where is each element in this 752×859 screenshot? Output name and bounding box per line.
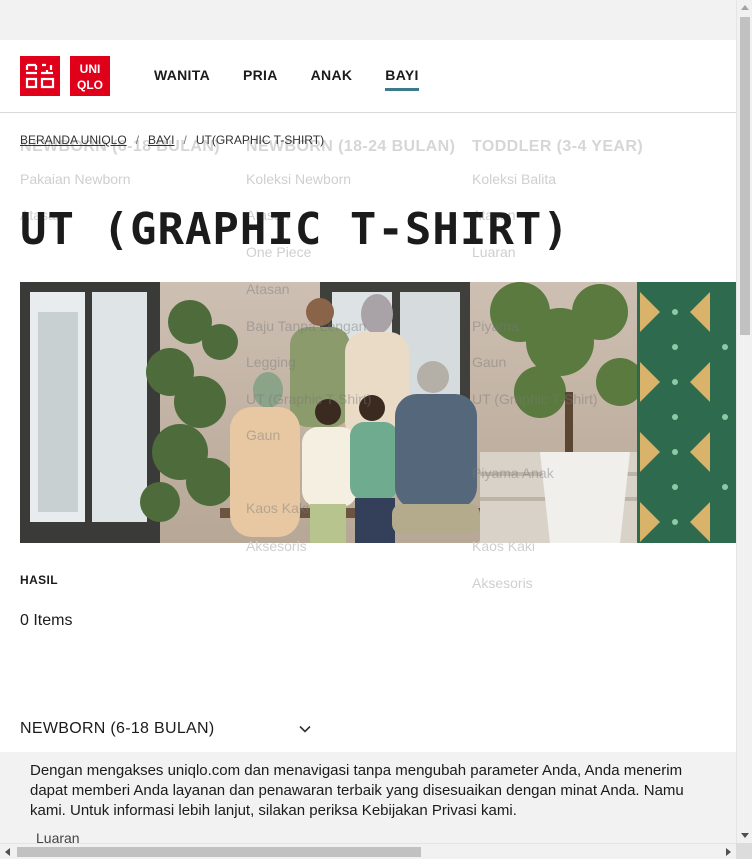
horizontal-scroll-thumb[interactable] — [17, 847, 421, 857]
menu-heading-toddler[interactable]: TODDLER (3-4 YEAR) — [472, 138, 643, 156]
breadcrumb-bayi-link[interactable]: BAYI — [148, 133, 174, 147]
menu-item[interactable]: Gaun — [472, 354, 506, 370]
nav-item-wanita[interactable]: WANITA — [154, 67, 210, 91]
nav-item-bayi[interactable]: BAYI — [385, 67, 419, 91]
breadcrumb-separator: / — [183, 133, 187, 147]
logo-latin-icon: UNI QLO — [77, 62, 103, 92]
logo-katakana-icon — [25, 63, 55, 89]
cookie-line: dapat memberi Anda layanan dan penawaran… — [30, 782, 684, 799]
menu-item[interactable]: Aksesoris — [472, 575, 533, 591]
menu-item[interactable]: Atasan — [246, 281, 290, 297]
hero-banner-image — [20, 282, 736, 543]
page-viewport: UNI QLO WANITA PRIA ANAK BAYI NEWBORN (6… — [0, 0, 752, 859]
cookie-line: kami. Untuk informasi lebih lanjut, sila… — [30, 802, 517, 819]
menu-item[interactable]: Gaun — [246, 427, 280, 443]
menu-item[interactable]: Kaos Kaki — [472, 538, 535, 554]
obscured-menu-item: Luaran — [36, 830, 80, 843]
svg-text:QLO: QLO — [77, 78, 103, 92]
scroll-right-arrow-icon[interactable] — [726, 848, 731, 856]
filter-accordion-label: NEWBORN (6-18 BULAN) — [20, 720, 215, 737]
svg-text:UNI: UNI — [80, 62, 101, 76]
menu-item[interactable]: Koleksi Balita — [472, 171, 556, 187]
menu-item[interactable]: Piyama Anak — [472, 465, 554, 481]
menu-item[interactable]: Piyama — [472, 318, 519, 334]
breadcrumb: BERANDA UNIQLO / BAYI / UT(GRAPHIC T-SHI… — [20, 133, 324, 147]
breadcrumb-current: UT(GRAPHIC T-SHIRT) — [195, 133, 325, 147]
results-count: 0 Items — [20, 612, 73, 629]
nav-item-anak[interactable]: ANAK — [311, 67, 353, 91]
cookie-line: Dengan mengakses uniqlo.com dan menaviga… — [30, 762, 683, 779]
nav-item-pria[interactable]: PRIA — [243, 67, 278, 91]
menu-item[interactable]: UT (Graphic T-Shirt) — [246, 391, 372, 407]
breadcrumb-separator: / — [135, 133, 140, 147]
menu-item[interactable]: Koleksi Newborn — [246, 171, 351, 187]
menu-item[interactable]: Legging — [246, 354, 296, 370]
chevron-down-icon — [299, 725, 311, 733]
cookie-consent-banner: Dengan mengakses uniqlo.com dan menaviga… — [0, 752, 736, 843]
filter-accordion-newborn[interactable]: NEWBORN (6-18 BULAN) — [20, 720, 312, 738]
menu-item[interactable]: Aksesoris — [246, 538, 307, 554]
scroll-up-arrow-icon[interactable] — [741, 5, 749, 10]
menu-item[interactable]: UT (Graphic T-Shirt) — [472, 391, 598, 407]
top-strip — [0, 0, 736, 40]
menu-item[interactable]: Baju Tanpa Lengan — [246, 318, 366, 334]
vertical-scroll-thumb[interactable] — [740, 17, 750, 335]
scroll-down-arrow-icon[interactable] — [741, 833, 749, 838]
menu-item[interactable]: Kaos Kaki — [246, 500, 309, 516]
main-nav: WANITA PRIA ANAK BAYI — [154, 67, 452, 91]
scrollbar-corner — [736, 843, 752, 859]
cookie-consent-text: Dengan mengakses uniqlo.com dan menaviga… — [30, 761, 736, 821]
vertical-scrollbar[interactable] — [736, 0, 752, 843]
page-title: UT (GRAPHIC T-SHIRT) — [20, 204, 570, 255]
breadcrumb-home-link[interactable]: BERANDA UNIQLO — [20, 133, 127, 147]
scroll-left-arrow-icon[interactable] — [5, 848, 10, 856]
horizontal-scrollbar[interactable] — [0, 843, 736, 859]
site-header: UNI QLO WANITA PRIA ANAK BAYI — [0, 40, 736, 113]
uniqlo-logo-katakana[interactable] — [20, 56, 60, 96]
menu-item[interactable]: Pakaian Newborn — [20, 171, 131, 187]
uniqlo-logo-latin[interactable]: UNI QLO — [70, 56, 110, 96]
results-label: HASIL — [20, 573, 58, 587]
